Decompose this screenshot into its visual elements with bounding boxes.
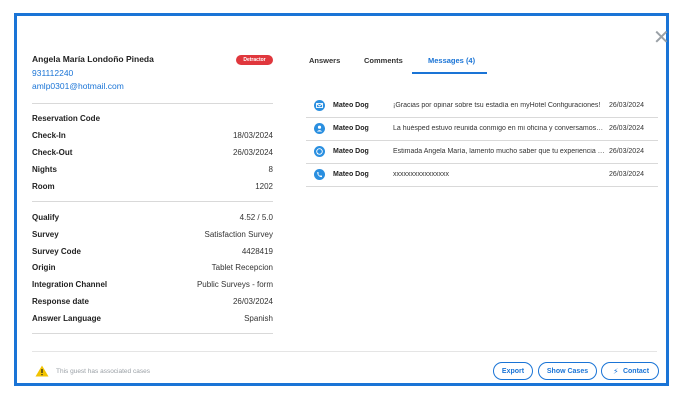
info-label: Survey Code	[32, 247, 81, 256]
reservation-code-label: Reservation Code	[32, 114, 101, 123]
info-row: Qualify 4.52 / 5.0	[32, 213, 273, 225]
divider	[32, 103, 273, 104]
message-text: La huésped estuvo reunida conmigo en mi …	[393, 125, 605, 132]
info-row: Nights 8	[32, 165, 273, 177]
active-tab-indicator	[412, 72, 487, 74]
info-label: Qualify	[32, 213, 60, 222]
info-label: Answer Language	[32, 314, 101, 323]
guest-email[interactable]: amlp0301@hotmail.com	[32, 81, 124, 91]
export-button[interactable]: Export	[493, 362, 533, 380]
info-label: Origin	[32, 263, 56, 272]
info-label: Response date	[32, 297, 89, 306]
info-row: Response date 26/03/2024	[32, 297, 273, 309]
info-row: Room 1202	[32, 182, 273, 194]
message-row[interactable]: Mateo Dog Estimada Angela María, lamento…	[306, 141, 658, 164]
message-sender: Mateo Dog	[333, 102, 369, 109]
message-date: 26/03/2024	[608, 171, 644, 178]
info-value: Satisfaction Survey	[204, 230, 273, 239]
info-value: 4.52 / 5.0	[239, 213, 273, 222]
info-label: Integration Channel	[32, 280, 108, 289]
message-row[interactable]: Mateo Dog La huésped estuvo reunida conm…	[306, 118, 658, 141]
info-value: 18/03/2024	[232, 131, 273, 140]
info-value: 8	[268, 165, 273, 174]
info-row: Origin Tablet Recepcion	[32, 263, 273, 275]
info-label: Check-Out	[32, 148, 73, 157]
info-label: Survey	[32, 230, 59, 239]
info-label: Check-In	[32, 131, 66, 140]
info-value: 26/03/2024	[232, 148, 273, 157]
divider	[32, 333, 273, 334]
message-row[interactable]: Mateo Dog xxxxxxxxxxxxxxxx 26/03/2024	[306, 164, 658, 187]
info-row: Answer Language Spanish	[32, 314, 273, 326]
message-sender: Mateo Dog	[333, 148, 369, 155]
footer-divider	[32, 351, 657, 352]
reservation-code-row: Reservation Code	[32, 114, 273, 126]
message-text: Estimada Angela María, lamento mucho sab…	[393, 148, 605, 155]
status-badge: Detractor	[236, 55, 273, 65]
message-sender: Mateo Dog	[333, 171, 369, 178]
info-label: Room	[32, 182, 55, 191]
divider	[32, 201, 273, 202]
whatsapp-icon	[314, 146, 325, 157]
tab-answers[interactable]: Answers	[309, 56, 340, 65]
info-row: Check-Out 26/03/2024	[32, 148, 273, 160]
contact-button[interactable]: ⚡ Contact	[601, 362, 659, 380]
info-value: Spanish	[244, 314, 273, 323]
tab-messages[interactable]: Messages (4)	[428, 56, 475, 65]
tab-comments[interactable]: Comments	[364, 56, 403, 65]
info-label: Nights	[32, 165, 57, 174]
message-date: 26/03/2024	[608, 148, 644, 155]
email-icon	[314, 100, 325, 111]
associated-cases-notice: This guest has associated cases	[56, 368, 150, 375]
info-value: 1202	[255, 182, 273, 191]
info-row: Survey Code 4428419	[32, 247, 273, 259]
info-value: 26/03/2024	[232, 297, 273, 306]
message-text: xxxxxxxxxxxxxxxx	[393, 171, 449, 178]
message-date: 26/03/2024	[608, 102, 644, 109]
info-value: 4428419	[241, 247, 273, 256]
guest-name: Angela María Londoño Pineda	[32, 54, 154, 64]
phone-icon	[314, 169, 325, 180]
info-row: Integration Channel Public Surveys - for…	[32, 280, 273, 292]
show-cases-button[interactable]: Show Cases	[538, 362, 597, 380]
warning-icon	[35, 364, 49, 377]
user-icon	[314, 123, 325, 134]
close-icon[interactable]: ✕	[653, 28, 670, 48]
info-value: Public Surveys - form	[196, 280, 273, 289]
message-text: ¡Gracias por opinar sobre tsu estadía en…	[393, 102, 601, 109]
message-row[interactable]: Mateo Dog ¡Gracias por opinar sobre tsu …	[306, 95, 658, 118]
info-value: Tablet Recepcion	[211, 263, 273, 272]
message-date: 26/03/2024	[608, 125, 644, 132]
contact-label: Contact	[622, 368, 650, 375]
info-row: Check-In 18/03/2024	[32, 131, 273, 143]
guest-phone[interactable]: 931112240	[32, 68, 73, 78]
lightning-icon: ⚡	[613, 367, 619, 376]
info-row: Survey Satisfaction Survey	[32, 230, 273, 242]
message-sender: Mateo Dog	[333, 125, 369, 132]
